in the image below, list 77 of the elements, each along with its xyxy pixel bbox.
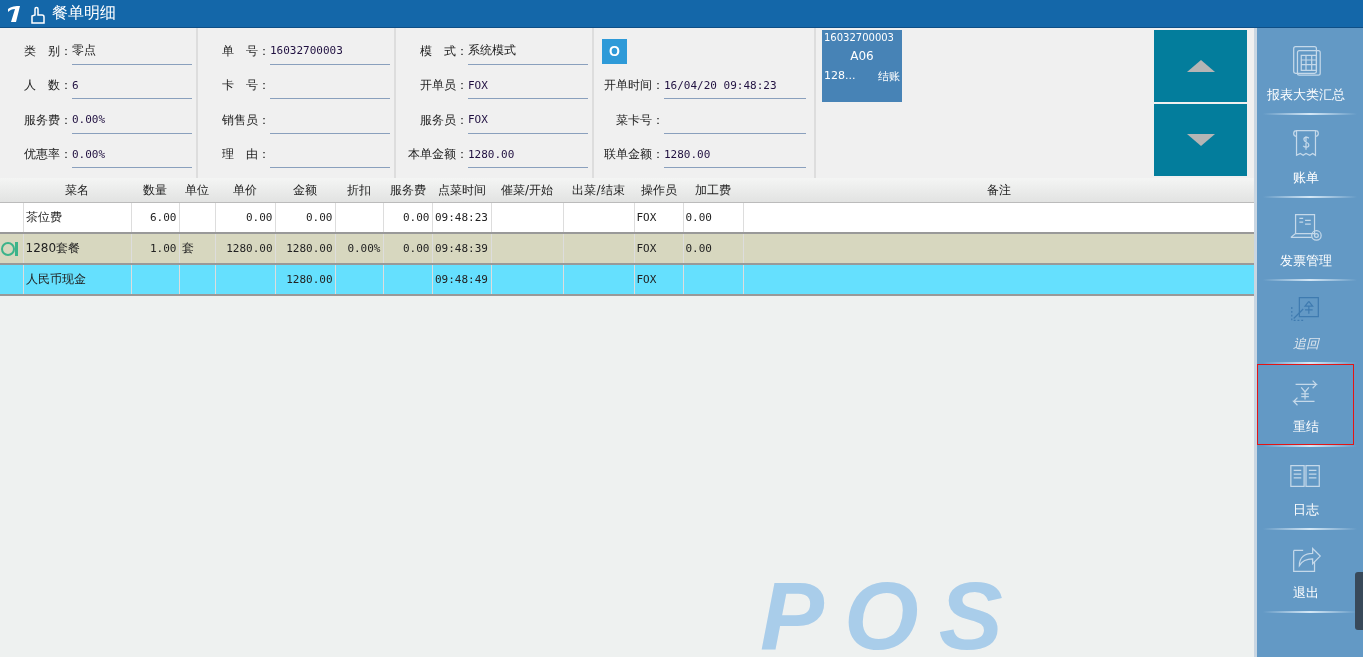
- table-cell: 0.00: [685, 211, 712, 224]
- table-cell: 1280.00: [286, 273, 333, 286]
- scroll-down-button[interactable]: [1154, 104, 1247, 176]
- column-header: 金额: [275, 178, 335, 203]
- table-cell: 套: [181, 241, 194, 255]
- field-label: 服务员：: [419, 111, 468, 129]
- field-label: 联单金额：: [603, 146, 664, 164]
- table-cell: 0.00: [306, 211, 333, 224]
- field-label: 菜卡号：: [615, 111, 664, 129]
- table-cell: 茶位费: [25, 210, 62, 224]
- field-label: 人 数：: [23, 77, 72, 95]
- field-label: 本单金额：: [407, 146, 468, 164]
- table-cell: 0.00%: [347, 242, 381, 255]
- column-header: 备注: [743, 178, 1254, 203]
- field-label: 开单员：: [419, 77, 468, 95]
- window-title: 餐单明细: [52, 3, 116, 24]
- column-header: 出菜/结束: [563, 178, 634, 203]
- table-cell: 0.00: [246, 211, 273, 224]
- table-row[interactable]: 茶位费 6.00 0.00 0.00 0.00 09:48:23 FOX 0.00: [0, 202, 1254, 233]
- scroll-up-button[interactable]: [1154, 30, 1247, 102]
- table-cell: 09:48:39: [435, 242, 488, 255]
- input-field[interactable]: 16/04/20 09:48:23: [664, 72, 806, 100]
- table-cell: FOX: [636, 242, 657, 255]
- input-field[interactable]: 0.00%: [72, 141, 192, 169]
- current-row-icon: [0, 240, 18, 257]
- column-header: 服务费: [383, 178, 432, 203]
- order-amount: 128...: [824, 69, 856, 84]
- table-row[interactable]: 人民币现金 1280.00 09:48:49 FOX: [0, 264, 1254, 295]
- column-header: 单位: [179, 178, 215, 203]
- pos-logo-text: POS: [760, 561, 1023, 657]
- table-cell: 09:48:23: [435, 211, 488, 224]
- table-cell: 人民币现金: [25, 272, 86, 286]
- input-field[interactable]: 1280.00: [468, 141, 588, 169]
- input-field[interactable]: 1280.00: [664, 141, 806, 169]
- table-cell: 6.00: [150, 211, 177, 224]
- field-label: 卡 号：: [221, 77, 270, 95]
- column-header: 催菜/开始: [491, 178, 563, 203]
- column-header: 数量: [131, 178, 179, 203]
- field-label: 理 由：: [221, 146, 270, 164]
- table-cell: 1.00: [150, 242, 177, 255]
- table-cell: 09:48:49: [435, 273, 488, 286]
- table-cell: 0.00: [403, 242, 430, 255]
- table-cell: 1280.00: [286, 242, 333, 255]
- field-label: 类 别：: [23, 42, 72, 60]
- up-triangle-icon: [1186, 60, 1215, 72]
- field-label: 模 式：: [419, 42, 468, 60]
- input-field[interactable]: FOX: [468, 106, 588, 134]
- table-cell: 0.00: [685, 242, 712, 255]
- input-field[interactable]: 6: [72, 72, 192, 100]
- table-cell: FOX: [636, 211, 657, 224]
- column-header: 操作员: [634, 178, 683, 203]
- table-cell: 1280.00: [226, 242, 273, 255]
- order-status: 结账: [878, 69, 900, 84]
- input-field[interactable]: 0.00%: [72, 106, 192, 134]
- input-field[interactable]: FOX: [468, 72, 588, 100]
- field-label: 销售员：: [221, 111, 270, 129]
- input-field[interactable]: 16032700003: [270, 37, 390, 65]
- column-header: 加工费: [683, 178, 743, 203]
- field-label: 优惠率：: [23, 146, 72, 164]
- input-field[interactable]: 系统模式: [468, 37, 588, 65]
- column-header: 单价: [215, 178, 275, 203]
- input-field[interactable]: 零点: [72, 37, 192, 65]
- column-header: 菜名: [23, 178, 131, 203]
- table-cell: 0.00: [403, 211, 430, 224]
- side-handle[interactable]: [1355, 572, 1363, 630]
- table-card[interactable]: 16032700003 A06 128... 结账: [822, 30, 902, 102]
- order-number: 16032700003: [824, 32, 895, 43]
- table-cell: 1280套餐: [25, 241, 81, 255]
- table-name: A06: [849, 49, 875, 63]
- column-header: 折扣: [335, 178, 383, 203]
- field-label: 单 号：: [221, 42, 270, 60]
- column-header: 点菜时间: [432, 178, 491, 203]
- field-label: 开单时间：: [603, 77, 664, 95]
- field-label: 服务费：: [23, 111, 72, 129]
- table-cell: FOX: [636, 273, 657, 286]
- table-row[interactable]: 1280套餐 1.00 套 1280.00 1280.00 0.00% 0.00 09:48:39 FOX 0.00: [0, 233, 1254, 264]
- down-triangle-icon: [1186, 134, 1215, 146]
